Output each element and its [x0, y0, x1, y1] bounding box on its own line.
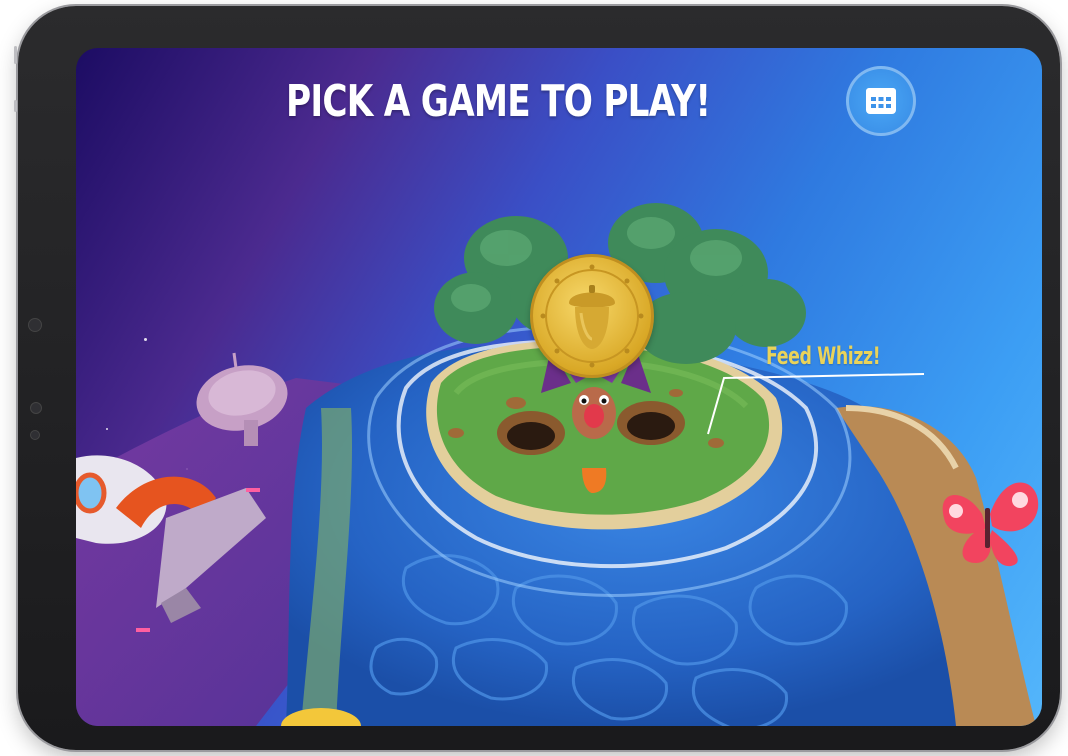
- power-button: [14, 100, 17, 112]
- acorn-medal-icon[interactable]: [530, 254, 654, 378]
- game-screen: PICK A GAME TO PLAY! Feed Whizz!: [76, 48, 1042, 726]
- sensor-dot: [30, 402, 42, 414]
- page-title: PICK A GAME TO PLAY!: [286, 76, 711, 127]
- sensor-dot: [30, 430, 40, 440]
- menu-button[interactable]: [846, 66, 916, 136]
- calendar-grid-icon: [866, 88, 896, 114]
- game-label-feed-whizz[interactable]: Feed Whizz!: [766, 342, 881, 370]
- camera-dot: [28, 318, 42, 332]
- volume-button: [14, 46, 17, 64]
- tablet-frame: PICK A GAME TO PLAY! Feed Whizz!: [14, 6, 1060, 750]
- world-scene: [76, 203, 1039, 726]
